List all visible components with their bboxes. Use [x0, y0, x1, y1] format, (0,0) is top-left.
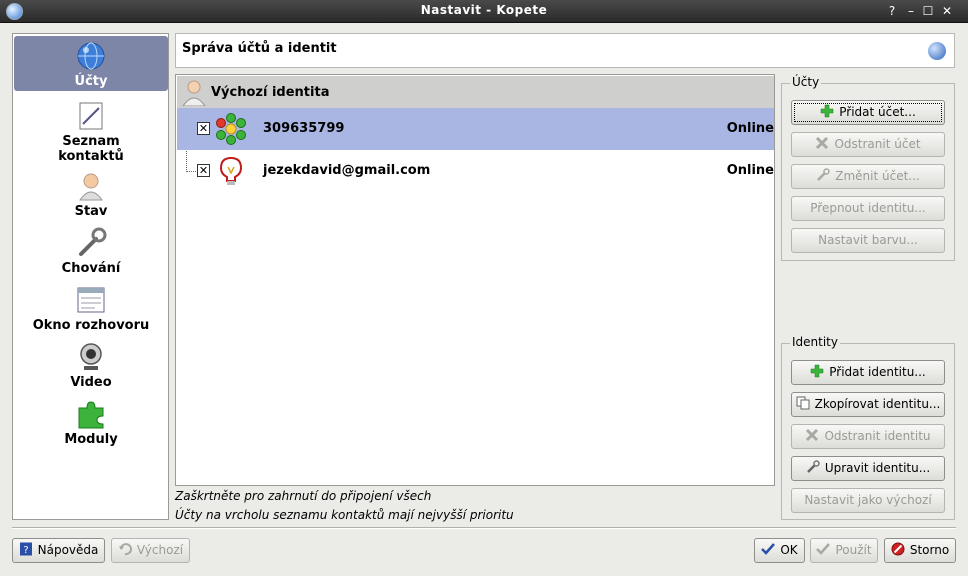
- cancel-button[interactable]: Storno: [884, 538, 956, 563]
- defaults-button[interactable]: Výchozí: [111, 538, 190, 563]
- help-window-icon[interactable]: ?: [884, 3, 900, 19]
- sidebar-item-label: Stav: [74, 204, 108, 219]
- remove-account-button[interactable]: Odstranit účet: [791, 132, 945, 157]
- plus-icon: [820, 104, 834, 118]
- undo-icon: [118, 543, 132, 556]
- sidebar-item-plugins[interactable]: Moduly: [14, 394, 168, 448]
- apply-button[interactable]: Použít: [810, 538, 878, 563]
- jabber-bulb-icon: [219, 156, 243, 185]
- page-title: Správa účtů a identit: [182, 41, 337, 56]
- globe-icon: [928, 42, 946, 60]
- minimize-icon[interactable]: –: [903, 3, 919, 19]
- svg-text:?: ?: [23, 545, 28, 556]
- add-identity-button[interactable]: Přidat identitu...: [791, 360, 945, 385]
- remove-x-icon: [816, 136, 829, 150]
- account-checkbox[interactable]: ✕: [197, 122, 210, 135]
- puzzle-icon: [78, 401, 104, 429]
- remove-identity-button[interactable]: Odstranit identitu: [791, 424, 945, 449]
- identity-person-icon: [182, 80, 206, 106]
- sidebar-item-contact-list[interactable]: Seznam kontaktů: [14, 96, 168, 164]
- globe-icon: [77, 42, 105, 70]
- copy-identity-button[interactable]: Zkopírovat identitu...: [791, 392, 945, 417]
- footer-separator: [12, 527, 956, 529]
- remove-x-icon: [806, 428, 819, 442]
- sidebar-item-label: Účty: [74, 74, 108, 89]
- title-bar: Nastavit - Kopete ? – ☐ ✕: [0, 0, 968, 23]
- set-color-button[interactable]: Nastavit barvu...: [791, 228, 945, 253]
- sidebar-item-behavior[interactable]: Chování: [14, 223, 168, 277]
- add-account-button[interactable]: Přidat účet...: [791, 100, 945, 125]
- sidebar-item-video[interactable]: Video: [14, 337, 168, 391]
- wrench-icon: [817, 168, 830, 181]
- person-icon: [79, 173, 103, 201]
- ok-button[interactable]: OK: [754, 538, 805, 563]
- wrench-icon: [79, 227, 107, 256]
- account-status: Online: [726, 121, 774, 136]
- identity-group-row[interactable]: Výchozí identita: [177, 76, 774, 108]
- sidebar-item-label: Okno rozhovoru: [32, 318, 150, 333]
- sidebar-item-label: Moduly: [64, 432, 118, 447]
- config-sidebar: Účty Seznam kontaktů Stav Chování Okno r…: [12, 33, 169, 520]
- checkmark-icon: [761, 543, 776, 555]
- plus-icon: [810, 364, 824, 378]
- account-checkbox[interactable]: ✕: [197, 164, 210, 177]
- close-icon[interactable]: ✕: [939, 3, 955, 19]
- maximize-icon[interactable]: ☐: [920, 3, 936, 19]
- sidebar-item-accounts[interactable]: Účty: [14, 36, 168, 91]
- groupbox-label: Účty: [790, 75, 822, 89]
- account-id: 309635799: [263, 121, 345, 136]
- help-button[interactable]: ? Nápověda: [12, 538, 105, 563]
- account-status: Online: [726, 163, 774, 178]
- cancel-icon: [891, 542, 905, 556]
- accounts-tree[interactable]: Výchozí identita ✕ 309635799 Online ✕ je…: [175, 74, 775, 486]
- help-icon: ?: [19, 542, 32, 556]
- sidebar-item-status[interactable]: Stav: [14, 166, 168, 220]
- sidebar-item-chat-window[interactable]: Okno rozhovoru: [14, 280, 168, 334]
- edit-identity-button[interactable]: Upravit identitu...: [791, 456, 945, 481]
- groupbox-label: Identity: [790, 335, 840, 349]
- copy-icon: [796, 396, 810, 410]
- page-header: Správa účtů a identit: [175, 33, 955, 68]
- hint-priority: Účty na vrcholu seznamu kontaktů mají ne…: [175, 508, 514, 522]
- edit-account-button[interactable]: Změnit účet...: [791, 164, 945, 189]
- account-id: jezekdavid@gmail.com: [263, 163, 431, 178]
- set-default-identity-button[interactable]: Nastavit jako výchozí: [791, 488, 945, 513]
- checkmark-icon: [816, 543, 831, 555]
- chat-window-icon: [77, 287, 105, 313]
- sidebar-item-label: Seznam kontaktů: [58, 134, 124, 164]
- contact-list-icon: [79, 102, 103, 130]
- window-title: Nastavit - Kopete: [420, 3, 548, 17]
- wrench-icon: [806, 460, 820, 473]
- switch-identity-button[interactable]: Přepnout identitu...: [791, 196, 945, 221]
- webcam-icon: [80, 343, 102, 370]
- sidebar-item-label: Video: [70, 375, 112, 390]
- account-row[interactable]: ✕ 309635799 Online: [177, 108, 774, 150]
- hint-include-connect: Zaškrtněte pro zahrnutí do připojení vše…: [175, 489, 432, 503]
- sidebar-item-label: Chování: [61, 261, 121, 276]
- account-row[interactable]: ✕ jezekdavid@gmail.com Online: [177, 150, 774, 192]
- icq-flower-icon: [216, 113, 246, 145]
- identity-group-label: Výchozí identita: [211, 85, 330, 100]
